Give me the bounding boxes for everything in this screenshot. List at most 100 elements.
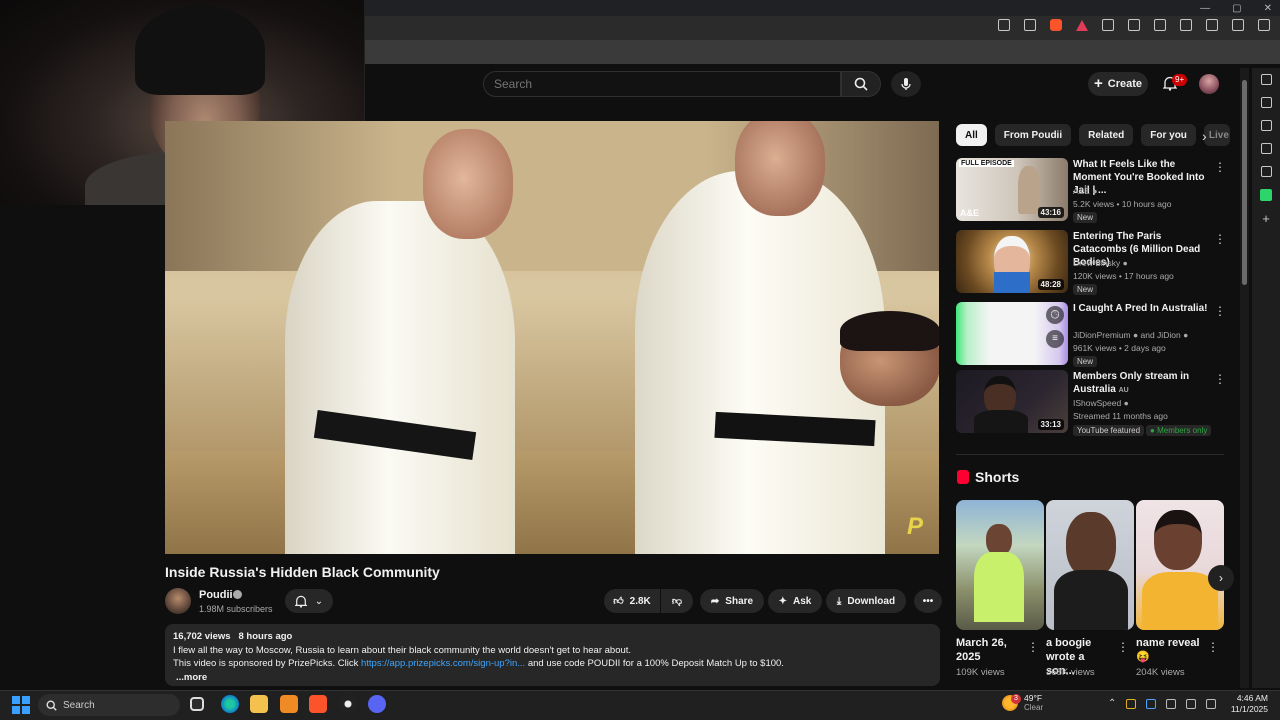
cast-icon[interactable] (998, 19, 1010, 31)
add-to-queue-icon[interactable]: ≡ (1046, 330, 1064, 348)
more-vertical-icon[interactable]: ⋮ (1214, 304, 1226, 318)
brave-shields-icon[interactable] (1050, 19, 1062, 31)
microphone-icon[interactable] (1166, 698, 1177, 709)
download-button[interactable]: ⤓ Download (826, 589, 906, 613)
more-vertical-icon[interactable]: ⋮ (1214, 160, 1226, 174)
create-button[interactable]: + Create (1088, 72, 1148, 96)
brave-rewards-icon[interactable] (1076, 19, 1088, 31)
maximize-button[interactable]: ▢ (1232, 3, 1241, 14)
vpn-icon[interactable] (1232, 19, 1244, 31)
short-thumbnail[interactable] (1136, 500, 1224, 630)
scrollbar-thumb[interactable] (1242, 80, 1247, 285)
search-input[interactable] (494, 77, 840, 91)
app-launcher-icon[interactable] (280, 695, 298, 713)
chevron-up-icon[interactable]: ⌃ (1108, 698, 1116, 709)
short-title[interactable]: name reveal 😝 (1136, 636, 1204, 664)
short-thumbnail[interactable] (956, 500, 1044, 630)
voice-search-button[interactable] (891, 71, 921, 97)
close-button[interactable]: ✕ (1264, 3, 1272, 14)
chip-for-you[interactable]: For you (1141, 124, 1196, 146)
weather-widget[interactable]: 3 49°F Clear (1002, 693, 1043, 713)
more-vertical-icon[interactable]: ⋮ (1214, 232, 1226, 246)
subscription-bell-button[interactable]: ⌄ (285, 589, 333, 613)
chevron-right-icon[interactable]: › (1208, 565, 1234, 591)
extensions-icon[interactable] (1102, 19, 1114, 31)
wallet-sidebar-icon[interactable] (1260, 120, 1272, 131)
leo-ai-icon[interactable] (1206, 19, 1218, 31)
search-icon (854, 77, 868, 91)
history-icon[interactable] (1260, 166, 1272, 177)
show-more-link[interactable]: ...more (173, 671, 932, 685)
media-icon[interactable] (1128, 19, 1140, 31)
taskbar-clock[interactable]: 4:46 AM 11/1/2025 (1228, 693, 1268, 715)
task-view-icon[interactable] (190, 697, 204, 711)
search-box[interactable] (483, 71, 841, 97)
kick-icon[interactable] (1260, 189, 1272, 201)
more-actions-button[interactable]: ••• (914, 589, 942, 613)
short-title[interactable]: March 26, 2025 (956, 636, 1024, 664)
sidebar-toggle-icon[interactable] (1154, 19, 1166, 31)
browser-sidebar: + (1252, 68, 1280, 688)
edge-browser-icon[interactable] (221, 695, 239, 713)
sponsor-link[interactable]: https://app.prizepicks.com/sign-up?in... (361, 658, 525, 669)
more-vertical-icon[interactable]: ⋮ (1117, 640, 1129, 654)
leo-sidebar-icon[interactable] (1260, 74, 1272, 85)
video-thumbnail[interactable]: FULL EPISODE A&E 43:16 (956, 158, 1068, 221)
brave-taskbar-icon[interactable] (309, 695, 327, 713)
video-title[interactable]: Members Only stream in Australia AU (1073, 370, 1208, 397)
file-explorer-icon[interactable] (250, 695, 268, 713)
filter-chips: All From Poudii Related For you Live (956, 124, 1230, 146)
tray-app-icon[interactable] (1146, 698, 1157, 709)
video-thumbnail[interactable]: 🕒︎ ≡ (956, 302, 1068, 365)
watch-later-icon[interactable]: 🕒︎ (1046, 306, 1064, 324)
account-avatar[interactable] (1199, 74, 1219, 94)
video-meta: 961K views • 2 days ago (1073, 343, 1166, 353)
video-thumbnail[interactable]: 48:28 (956, 230, 1068, 293)
plus-icon: + (1093, 75, 1103, 92)
ask-button[interactable]: ✦ Ask (768, 589, 822, 613)
chevron-right-icon[interactable]: › (1202, 128, 1207, 144)
recommendation-item[interactable]: 48:28 Entering The Paris Catacombs (6 Mi… (956, 230, 1226, 295)
network-icon[interactable] (1186, 698, 1197, 709)
video-player[interactable]: P (165, 121, 939, 554)
video-duration: 33:13 (1037, 419, 1064, 430)
channel-avatar[interactable] (165, 588, 191, 614)
reading-list-icon[interactable] (1260, 97, 1272, 108)
channel-name[interactable]: Drew Binsky ● (1073, 258, 1128, 268)
like-button[interactable]: 👍︎ 2.8K (604, 589, 660, 613)
more-vertical-icon[interactable]: ⋮ (1207, 640, 1219, 654)
search-button[interactable] (841, 71, 881, 97)
video-thumbnail[interactable]: 33:13 (956, 370, 1068, 433)
dislike-button[interactable]: 👎︎ (661, 589, 693, 613)
chip-from-channel[interactable]: From Poudii (994, 124, 1072, 146)
share-page-icon[interactable] (1024, 19, 1036, 31)
recommendation-item[interactable]: 33:13 Members Only stream in Australia A… (956, 370, 1226, 436)
channel-name[interactable]: Poudii (199, 589, 233, 601)
obs-icon[interactable] (339, 695, 357, 713)
minimize-button[interactable]: — (1200, 3, 1210, 14)
tray-app-icon[interactable] (1126, 698, 1137, 709)
more-vertical-icon[interactable]: ⋮ (1027, 640, 1039, 654)
recommendation-item[interactable]: 🕒︎ ≡ I Caught A Pred In Australia! JiDio… (956, 302, 1226, 367)
system-tray: ⌃ (1108, 698, 1217, 709)
description-box[interactable]: 16,702 views 8 hours ago I flew all the … (165, 624, 940, 686)
channel-name[interactable]: IShowSpeed ● (1073, 398, 1129, 408)
chip-live[interactable]: Live (1203, 124, 1230, 146)
menu-icon[interactable] (1258, 19, 1270, 31)
volume-icon[interactable] (1206, 698, 1217, 709)
video-title[interactable]: I Caught A Pred In Australia! (1073, 302, 1208, 315)
share-button[interactable]: ➦ Share (700, 589, 764, 613)
bookmarks-icon[interactable] (1260, 143, 1272, 154)
chip-related[interactable]: Related (1079, 124, 1134, 146)
add-panel-icon[interactable]: + (1262, 212, 1270, 225)
taskbar-search[interactable]: Search (38, 694, 180, 716)
more-vertical-icon[interactable]: ⋮ (1214, 372, 1226, 386)
chip-all[interactable]: All (956, 124, 987, 146)
windows-start-icon[interactable] (12, 696, 30, 714)
channel-name[interactable]: JiDionPremium ● and JiDion ● (1073, 330, 1188, 340)
discord-icon[interactable] (368, 695, 386, 713)
wallet-icon[interactable] (1180, 19, 1192, 31)
channel-name[interactable]: A&E ● (1073, 186, 1098, 196)
recommendation-item[interactable]: FULL EPISODE A&E 43:16 What It Feels Lik… (956, 158, 1226, 223)
short-thumbnail[interactable] (1046, 500, 1134, 630)
